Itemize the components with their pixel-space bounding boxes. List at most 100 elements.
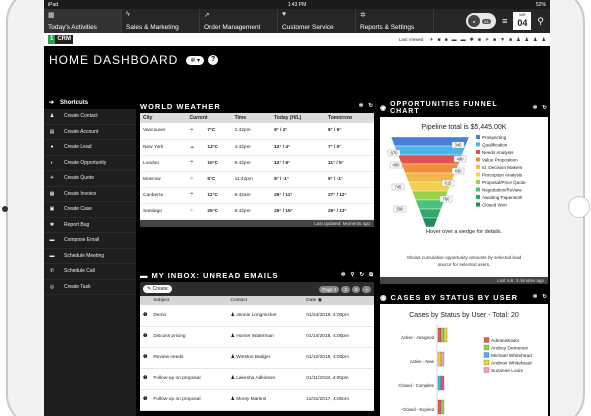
column-header[interactable]: Date ◉ (303, 296, 374, 305)
tab-label: Reports & Settings (360, 24, 415, 31)
menu-icon[interactable]: ≡ (502, 16, 507, 26)
refresh-icon[interactable]: ↻ (542, 294, 548, 300)
print-icon[interactable]: ⎙ (360, 400, 365, 407)
gear-icon[interactable]: ✲ (359, 103, 365, 109)
page-link[interactable]: 2 (341, 285, 350, 293)
table-row[interactable]: ❶ Review needs ♟ Winston Badger 01/12/20… (140, 347, 374, 369)
gear-icon[interactable]: ✲ (533, 105, 539, 111)
table-row[interactable]: ❶ Follow-up on proposal ♟ Lakesha Adkins… (140, 368, 374, 390)
quote-icon: ✈ (49, 175, 55, 182)
funnel-wedge[interactable] (422, 217, 438, 228)
funnel-chart[interactable]: Pipeline total is $5,445.00K Prospecting Q… (380, 117, 548, 277)
refresh-icon[interactable]: ↻ (542, 105, 548, 111)
cases-chart[interactable]: Cases by Status by User - Total: 20 Activ… (380, 304, 548, 416)
shortcut-compose-email[interactable]: ▬ Compose Email (44, 233, 136, 249)
gear-icon[interactable]: ✲ (533, 294, 539, 300)
column-header: Tomorrow (325, 113, 374, 123)
shortcut-schedule-meeting[interactable]: ▬ Schedule Meeting (44, 249, 136, 264)
legend-swatch (476, 135, 480, 139)
legend-swatch (483, 367, 490, 373)
recent-person-icon[interactable]: ♟ (516, 37, 520, 43)
funnel-wedge[interactable] (418, 208, 442, 219)
recent-send-icon[interactable]: ✈ (485, 37, 489, 43)
bar-segment[interactable] (440, 399, 445, 415)
user-avatar[interactable]: ● 34 (466, 13, 497, 29)
refresh-icon[interactable]: ↻ (350, 400, 356, 406)
bar-segment[interactable] (443, 327, 448, 343)
bar-segment[interactable] (440, 327, 445, 343)
page-next[interactable]: » (362, 285, 371, 293)
city-cell: London (140, 155, 187, 172)
tab-reports-settings[interactable]: ✲ Reports & Settings (356, 9, 434, 33)
shortcut-schedule-call[interactable]: ✆ Schedule Call (44, 264, 136, 280)
column-header[interactable]: Subject (150, 296, 228, 305)
recent-grid-icon[interactable]: ■ (438, 37, 441, 43)
shortcut-create-quote[interactable]: ✈ Create Quote (44, 171, 136, 187)
page-link[interactable]: 3 (351, 285, 361, 293)
shortcut-create-account[interactable]: ▤ Create Account (44, 125, 136, 140)
bar-segment[interactable] (437, 375, 442, 391)
recent-mail-icon[interactable]: ▬ (461, 37, 466, 43)
recent-mail-icon[interactable]: ▬ (452, 37, 457, 43)
date-widget[interactable]: WE 04 (513, 12, 532, 30)
contact-cell[interactable]: ♟ Lakesha Adkinson (227, 368, 304, 390)
shortcut-report-bug[interactable]: ✱ Report Bug (44, 218, 136, 233)
subject-cell[interactable]: Review needs (150, 347, 228, 369)
tab-sales-marketing[interactable]: ϟ Sales & Marketing (122, 9, 200, 33)
recent-send-icon[interactable]: ✈ (429, 37, 433, 43)
create-email-button[interactable]: ✎ Create (143, 285, 172, 293)
today-cell: 12° / 8° (271, 155, 326, 172)
crm-logo[interactable]: 1 CRM (48, 35, 74, 44)
bar-segment[interactable] (440, 351, 445, 367)
contact-cell[interactable]: ♟ Homer Waterman (227, 326, 304, 348)
table-row: New York ☁ 13°C 4:42pm 12° / 4° 7° / 0° (140, 139, 374, 156)
home-button[interactable] (568, 196, 590, 218)
recent-filter-icon[interactable]: ▼ (500, 37, 505, 43)
shortcut-create-invoice[interactable]: ▦ Create Invoice (44, 187, 136, 202)
search-icon[interactable]: ⚲ (537, 16, 544, 27)
dashboard-settings-button[interactable]: ✲ ▾ (186, 55, 205, 65)
recent-person-icon[interactable]: ♟ (542, 37, 546, 43)
external-link-icon[interactable]: ⧉ (369, 400, 374, 407)
recent-grid-icon[interactable]: ■ (509, 37, 512, 43)
bar-segment[interactable] (437, 399, 442, 415)
legend-swatch (483, 344, 490, 351)
column-header[interactable]: Contact (227, 296, 304, 305)
value-label: 400 (393, 163, 401, 168)
refresh-icon[interactable]: ↻ (368, 103, 374, 109)
recent-grid-icon[interactable]: ■ (478, 37, 481, 43)
subject-cell[interactable]: Discuss pricing (150, 326, 228, 348)
contact-cell[interactable]: ♟ Jennie Longnecker (227, 305, 304, 327)
tab-order-management[interactable]: ➚ Order Management (200, 9, 278, 33)
bar-segment[interactable] (437, 327, 442, 343)
recent-grid-icon[interactable]: ■ (493, 37, 496, 43)
shortcut-create-contact[interactable]: ♟ Create Contact (44, 109, 136, 125)
subject-cell[interactable]: Demo (150, 305, 228, 327)
contact-cell[interactable]: ♟ Winston Badger (227, 347, 304, 369)
shortcut-create-opportunity[interactable]: ◐ Create Opportunity (44, 156, 136, 171)
bar-segment[interactable] (440, 375, 445, 391)
search-icon[interactable]: ⚲ (350, 272, 355, 278)
funnel-wedge[interactable] (397, 154, 463, 165)
recent-grid-icon[interactable]: ■ (445, 37, 448, 43)
page-current[interactable]: Page 1 (319, 285, 340, 293)
help-icon[interactable]: ? (208, 55, 219, 65)
shortcut-create-lead[interactable]: ● Create Lead (44, 140, 136, 156)
shortcut-create-task[interactable]: ◎ Create Task (44, 280, 136, 295)
refresh-icon[interactable]: ↻ (359, 272, 365, 278)
recent-person-icon[interactable]: ♟ (533, 37, 537, 43)
gear-icon[interactable]: ✲ (341, 272, 347, 278)
table-row[interactable]: ❶ Discuss pricing ♟ Homer Waterman 01/14… (140, 326, 374, 348)
bar-segment[interactable] (437, 351, 442, 367)
subject-cell[interactable]: Follow-up on proposal (150, 368, 228, 390)
funnel-wedge[interactable] (401, 163, 459, 174)
tab-customer-service[interactable]: ♥ Customer Service (278, 9, 356, 33)
external-link-icon[interactable]: ⧉ (369, 272, 374, 279)
shortcut-create-case[interactable]: ▣ Create Case (44, 202, 136, 218)
recent-bug-icon[interactable]: ✱ (470, 37, 474, 43)
recent-person-icon[interactable]: ♟ (525, 37, 529, 43)
gear-icon[interactable]: ✲ (340, 400, 346, 406)
tab-todays-activities[interactable]: ▦ Today's Activities (44, 9, 122, 33)
table-row[interactable]: ❶ Demo ♟ Jennie Longnecker 01/24/2018, 4… (140, 305, 374, 327)
funnel-last-run: Last run: 3 minutes ago (380, 277, 548, 284)
